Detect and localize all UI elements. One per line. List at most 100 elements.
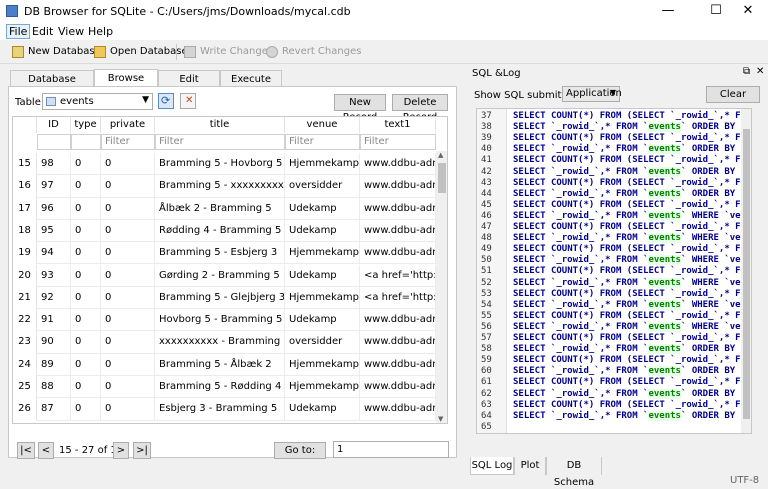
refresh-icon[interactable]: ⟳ bbox=[158, 93, 174, 109]
table-cell-type[interactable]: 0 bbox=[71, 264, 101, 287]
table-cell-title[interactable]: Esbjerg 3 - Bramming 5 bbox=[155, 398, 285, 421]
table-cell-private[interactable]: 0 bbox=[101, 264, 155, 287]
prev-page-button[interactable]: < bbox=[38, 442, 54, 459]
sql-source-select[interactable]: Application ▼ bbox=[562, 86, 622, 102]
menu-view[interactable]: View bbox=[58, 25, 84, 38]
table-cell-title[interactable]: Bramming 5 - Rødding 4 bbox=[155, 376, 285, 399]
scroll-up-icon[interactable]: ▲ bbox=[438, 151, 443, 159]
scroll-down-icon[interactable]: ▼ bbox=[438, 415, 443, 423]
clear-log-button[interactable]: Clear bbox=[706, 86, 760, 103]
table-cell-private[interactable]: 0 bbox=[101, 175, 155, 198]
table-cell-venue[interactable]: oversidder bbox=[285, 175, 360, 198]
delete-record-button[interactable]: Delete Record bbox=[392, 94, 448, 123]
table-cell-venue[interactable]: Udekamp bbox=[285, 309, 360, 332]
table-cell-text1[interactable]: <a href='http://... bbox=[360, 286, 436, 310]
table-cell-text1[interactable]: <a href='http://... bbox=[360, 264, 436, 287]
first-page-button[interactable]: |< bbox=[17, 442, 35, 459]
table-cell-type[interactable]: 0 bbox=[71, 197, 101, 220]
table-cell-id[interactable]: 90 bbox=[37, 331, 71, 354]
table-cell-venue[interactable]: Hjemmekamp bbox=[285, 153, 360, 176]
table-cell-id[interactable]: 92 bbox=[37, 286, 71, 310]
table-cell-type[interactable]: 0 bbox=[71, 398, 101, 421]
table-cell-text1[interactable]: www.ddbu-admi... bbox=[360, 376, 436, 399]
table-cell-venue[interactable]: Udekamp bbox=[285, 264, 360, 287]
table-cell-title[interactable]: Hovborg 5 - Bramming 5 bbox=[155, 309, 285, 332]
table-cell-title[interactable]: Bramming 5 - xxxxxxxxxx bbox=[155, 175, 285, 198]
goto-input[interactable]: 1 bbox=[333, 441, 449, 458]
table-cell-id[interactable]: 97 bbox=[37, 175, 71, 198]
filter-text1[interactable]: Filter bbox=[360, 134, 436, 150]
table-cell-title[interactable]: Gørding 2 - Bramming 5 bbox=[155, 264, 285, 287]
table-cell-text1[interactable]: www.ddbu-admi... bbox=[360, 331, 436, 354]
table-cell-text1[interactable]: www.ddbu-admi... bbox=[360, 309, 436, 332]
row-number[interactable]: 23 bbox=[13, 331, 37, 354]
filter-id[interactable] bbox=[37, 134, 71, 150]
table-cell-private[interactable]: 0 bbox=[101, 153, 155, 176]
row-number[interactable]: 24 bbox=[13, 353, 37, 376]
menu-file[interactable]: File bbox=[6, 24, 31, 39]
row-number[interactable]: 26 bbox=[13, 398, 37, 421]
sql-log-editor[interactable]: 37 SELECT COUNT(*) FROM (SELECT `_rowid_`… bbox=[476, 108, 752, 434]
table-cell-id[interactable]: 95 bbox=[37, 219, 71, 243]
table-cell-private[interactable]: 0 bbox=[101, 286, 155, 310]
new-record-button[interactable]: New Record bbox=[334, 94, 386, 123]
table-cell-type[interactable]: 0 bbox=[71, 153, 101, 176]
table-cell-text1[interactable]: www.ddbu-admi... bbox=[360, 242, 436, 265]
table-cell-id[interactable]: 91 bbox=[37, 309, 71, 332]
last-page-button[interactable]: >| bbox=[133, 442, 151, 459]
scroll-thumb[interactable] bbox=[438, 163, 446, 193]
float-panel-icon[interactable]: ⧉ bbox=[743, 66, 750, 77]
filter-venue[interactable]: Filter bbox=[285, 134, 360, 150]
clear-filters-icon[interactable]: ✕ bbox=[180, 93, 196, 109]
table-select[interactable]: events ▼ bbox=[42, 93, 153, 110]
table-cell-type[interactable]: 0 bbox=[71, 376, 101, 399]
minimize-button[interactable]: — bbox=[648, 0, 688, 22]
table-cell-private[interactable]: 0 bbox=[101, 219, 155, 243]
table-cell-text1[interactable]: www.ddbu-admi... bbox=[360, 219, 436, 243]
table-cell-private[interactable]: 0 bbox=[101, 197, 155, 220]
table-cell-type[interactable]: 0 bbox=[71, 353, 101, 376]
table-cell-id[interactable]: 96 bbox=[37, 197, 71, 220]
table-cell-private[interactable]: 0 bbox=[101, 376, 155, 399]
row-number[interactable]: 21 bbox=[13, 286, 37, 310]
table-cell-venue[interactable]: Udekamp bbox=[285, 398, 360, 421]
revert-changes-button[interactable]: Revert Changes bbox=[266, 43, 361, 61]
table-cell-venue[interactable]: Udekamp bbox=[285, 219, 360, 243]
table-cell-id[interactable]: 87 bbox=[37, 398, 71, 421]
close-button[interactable]: ✕ bbox=[728, 0, 768, 22]
table-cell-id[interactable]: 98 bbox=[37, 153, 71, 176]
table-cell-venue[interactable]: Hjemmekamp bbox=[285, 376, 360, 399]
row-number[interactable]: 18 bbox=[13, 219, 37, 243]
new-database-button[interactable]: New Database bbox=[12, 43, 101, 61]
table-cell-venue[interactable]: Hjemmekamp bbox=[285, 353, 360, 376]
table-cell-private[interactable]: 0 bbox=[101, 309, 155, 332]
table-cell-text1[interactable]: www.ddbu-admi... bbox=[360, 175, 436, 198]
filter-type[interactable] bbox=[71, 134, 101, 150]
tab-db-schema[interactable]: DB Schema bbox=[546, 457, 602, 488]
row-number[interactable]: 16 bbox=[13, 175, 37, 198]
table-cell-type[interactable]: 0 bbox=[71, 286, 101, 310]
table-cell-title[interactable]: xxxxxxxxxx - Bramming 5 bbox=[155, 331, 285, 354]
row-number[interactable]: 20 bbox=[13, 264, 37, 287]
table-cell-type[interactable]: 0 bbox=[71, 219, 101, 243]
tab-plot[interactable]: Plot bbox=[514, 457, 546, 475]
table-cell-venue[interactable]: Udekamp bbox=[285, 197, 360, 220]
table-cell-id[interactable]: 94 bbox=[37, 242, 71, 265]
editor-scroll-thumb[interactable] bbox=[743, 129, 750, 419]
table-cell-type[interactable]: 0 bbox=[71, 175, 101, 198]
row-number[interactable]: 17 bbox=[13, 197, 37, 220]
table-cell-title[interactable]: Bramming 5 - Esbjerg 3 bbox=[155, 242, 285, 265]
table-cell-venue[interactable]: oversidder bbox=[285, 331, 360, 354]
table-cell-title[interactable]: Bramming 5 - Hovborg 5 bbox=[155, 153, 285, 176]
row-number[interactable]: 15 bbox=[13, 153, 37, 176]
column-header-private[interactable]: private bbox=[101, 117, 155, 133]
table-cell-title[interactable]: Ålbæk 2 - Bramming 5 bbox=[155, 197, 285, 220]
row-number[interactable]: 19 bbox=[13, 242, 37, 265]
table-cell-text1[interactable]: www.ddbu-admi... bbox=[360, 197, 436, 220]
table-cell-type[interactable]: 0 bbox=[71, 309, 101, 332]
table-cell-id[interactable]: 89 bbox=[37, 353, 71, 376]
table-cell-id[interactable]: 88 bbox=[37, 376, 71, 399]
table-cell-text1[interactable]: www.ddbu-admi... bbox=[360, 398, 436, 421]
grid-vertical-scrollbar[interactable]: ▲ ▼ bbox=[436, 151, 447, 423]
tab-sql-log[interactable]: SQL Log bbox=[470, 457, 514, 475]
